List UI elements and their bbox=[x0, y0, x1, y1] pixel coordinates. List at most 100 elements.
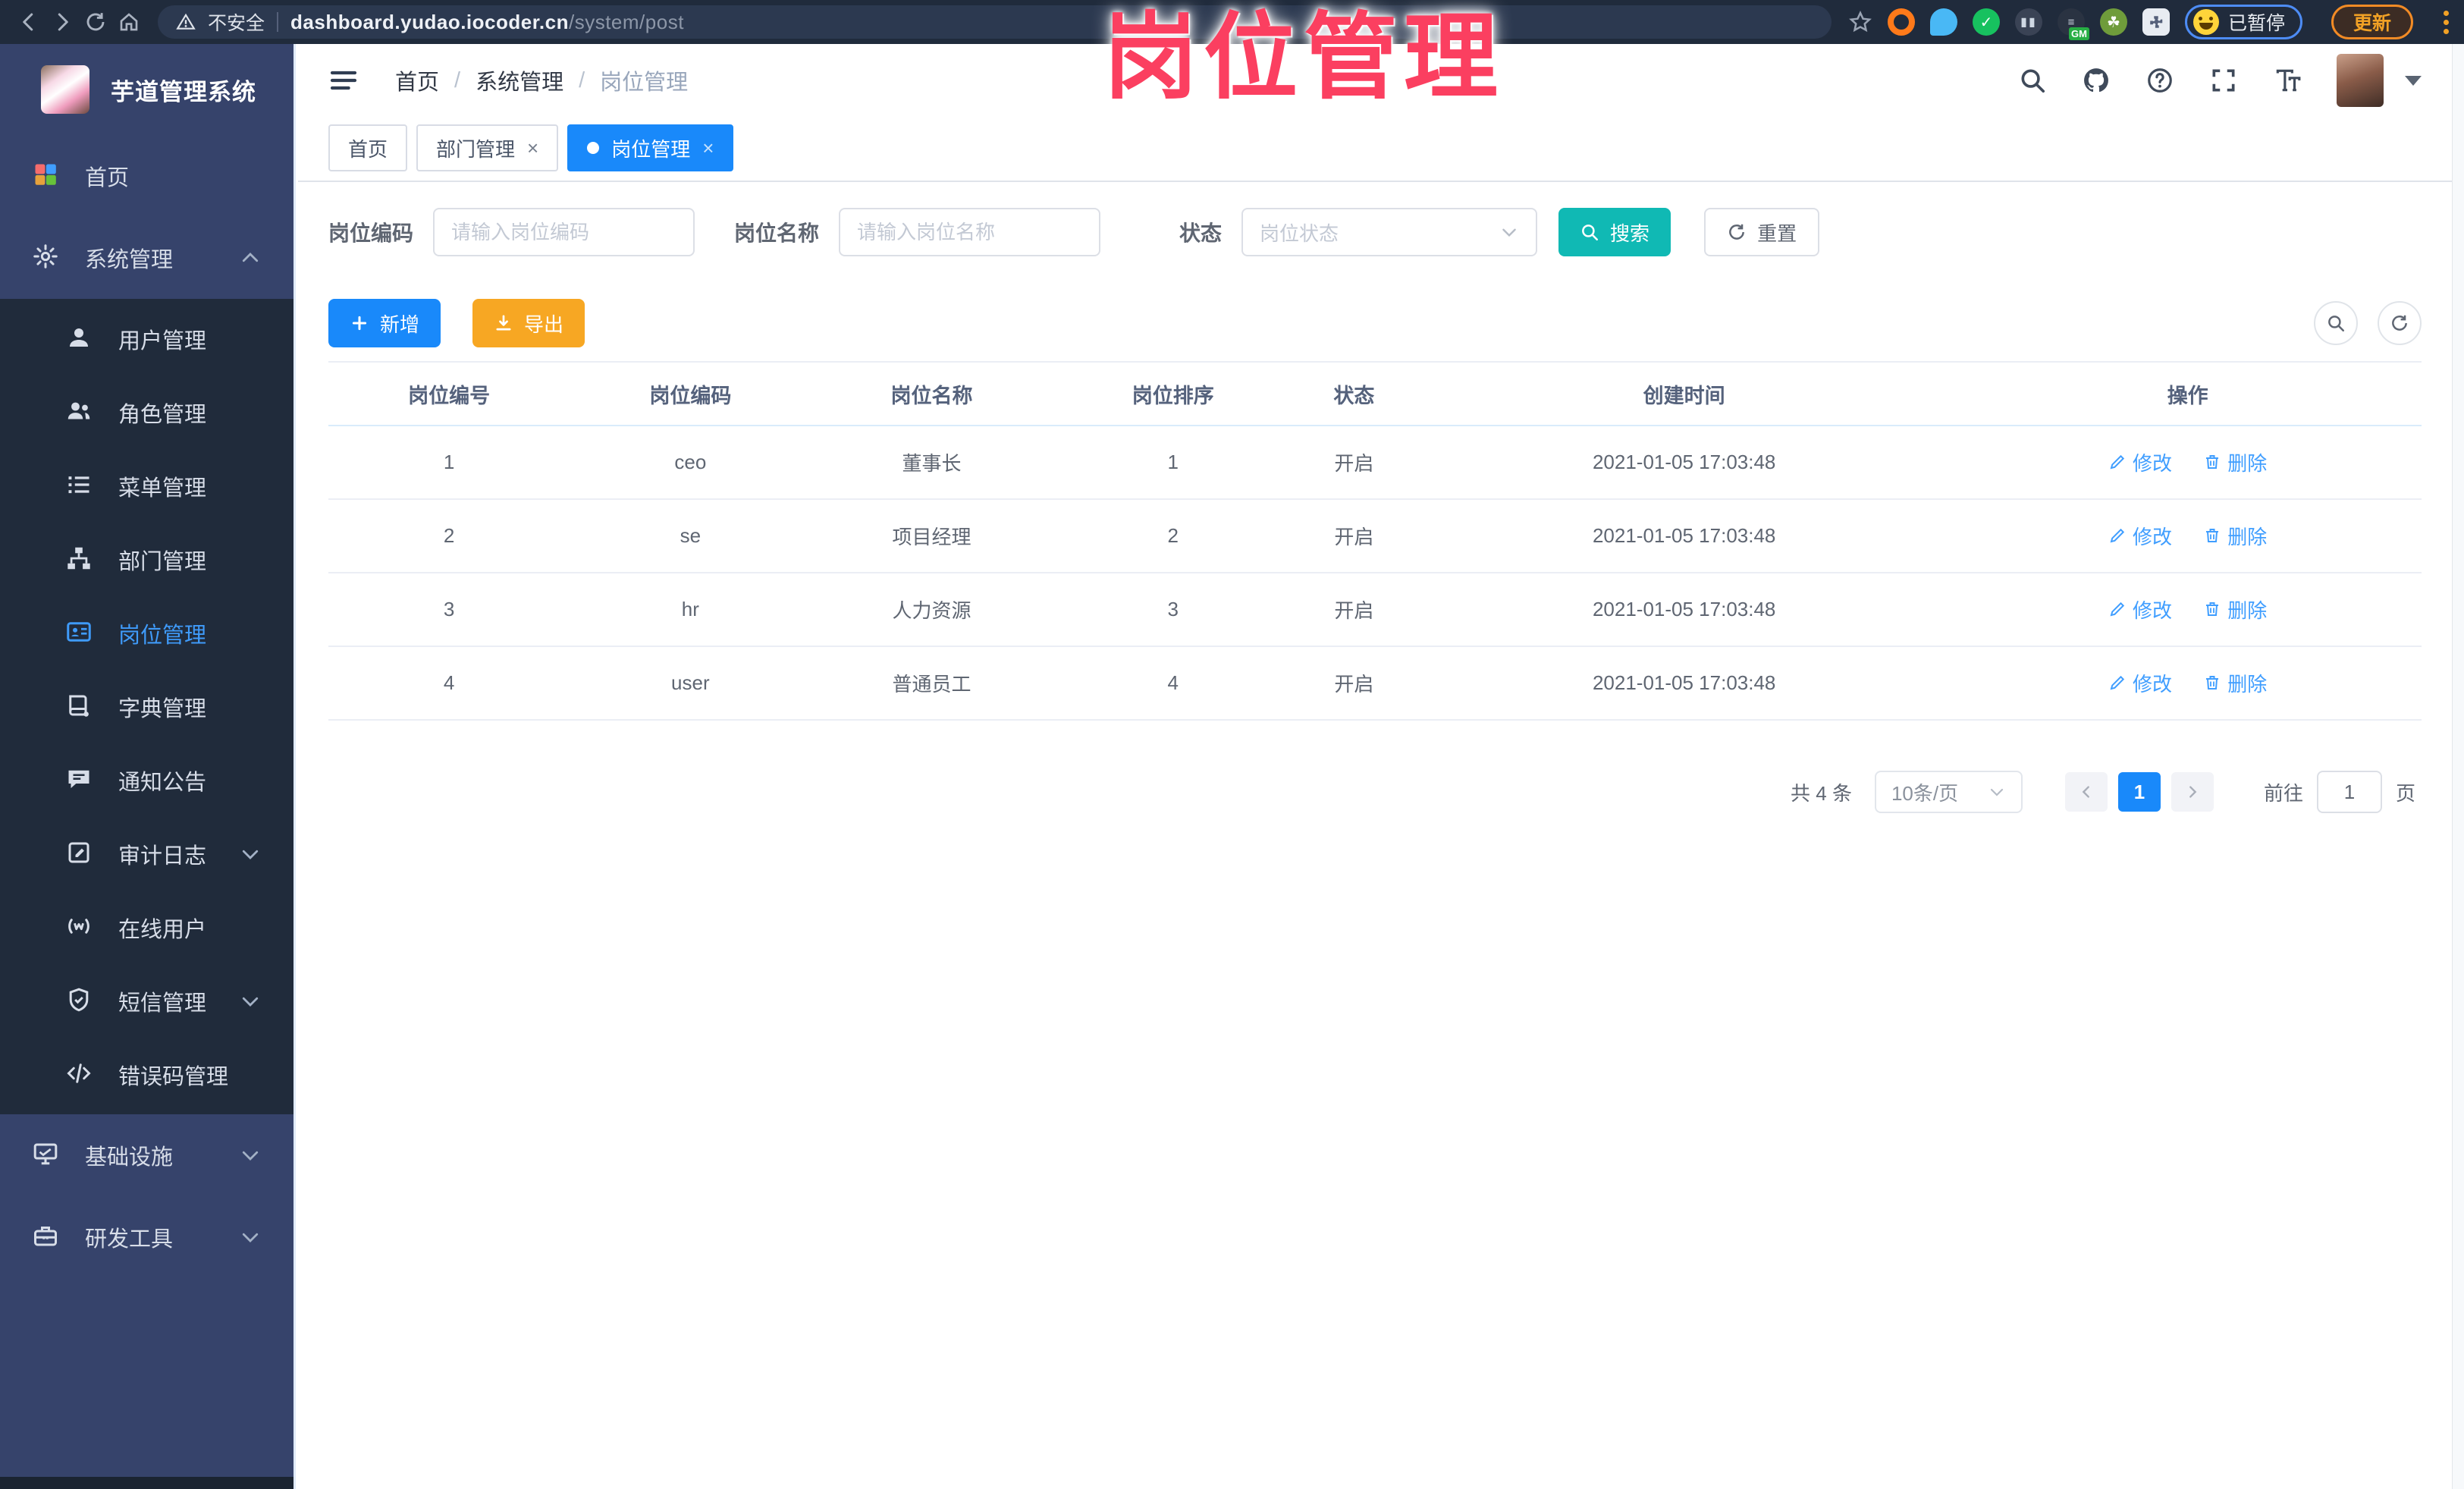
sprout-extension-icon[interactable]: ☘ bbox=[2099, 8, 2127, 36]
table-cell: 3 bbox=[328, 573, 570, 647]
tab-close-icon[interactable]: × bbox=[702, 138, 714, 158]
github-icon[interactable] bbox=[2082, 66, 2111, 95]
sidebar-item-dictionary-management[interactable]: 字典管理 bbox=[0, 670, 293, 743]
fullscreen-icon[interactable] bbox=[2209, 66, 2238, 95]
page-size-value: 10条/页 bbox=[1891, 781, 1959, 805]
delete-link[interactable]: 删除 bbox=[2203, 595, 2267, 624]
add-button-label: 新增 bbox=[380, 313, 420, 336]
edit-link[interactable]: 修改 bbox=[2108, 522, 2172, 550]
table-cell: 董事长 bbox=[811, 426, 1053, 500]
pagination-total: 共 4 条 bbox=[1791, 781, 1852, 805]
browser-forward-icon[interactable] bbox=[46, 5, 79, 39]
table-cell-actions: 修改 删除 bbox=[1954, 499, 2422, 573]
page-1-button[interactable]: 1 bbox=[2117, 772, 2161, 812]
gm-extension-icon[interactable]: ≡ bbox=[2057, 8, 2089, 40]
sidebar-item-home[interactable]: 首页 bbox=[0, 135, 293, 217]
post-name-input[interactable] bbox=[839, 208, 1101, 256]
column-header: 岗位编码 bbox=[570, 362, 811, 426]
delete-link[interactable]: 删除 bbox=[2203, 448, 2267, 476]
goto-page-input[interactable] bbox=[2316, 771, 2382, 813]
pencil-icon bbox=[2108, 674, 2127, 692]
browser-scrollbar[interactable] bbox=[2452, 44, 2464, 1489]
delete-link[interactable]: 删除 bbox=[2203, 669, 2267, 697]
sidebar-item-user-management[interactable]: 用户管理 bbox=[0, 302, 293, 375]
infrastructure-icon bbox=[32, 1140, 62, 1170]
browser-back-icon[interactable] bbox=[12, 5, 46, 39]
browser-reload-icon[interactable] bbox=[79, 5, 112, 39]
export-button[interactable]: 导出 bbox=[472, 299, 585, 347]
chevron-down-icon bbox=[239, 843, 262, 865]
sidebar-item-system-management[interactable]: 系统管理 bbox=[0, 217, 293, 299]
help-icon[interactable] bbox=[2145, 66, 2174, 95]
search-toggle-button[interactable] bbox=[2314, 301, 2358, 345]
address-bar[interactable]: 不安全 dashboard.yudao.iocoder.cn/system/po… bbox=[158, 5, 1832, 39]
column-header: 操作 bbox=[1954, 362, 2422, 426]
reset-button[interactable]: 重置 bbox=[1704, 208, 1820, 256]
post-name-label: 岗位名称 bbox=[734, 221, 820, 245]
blue-drop-extension-icon[interactable] bbox=[1929, 8, 1957, 36]
orange-ring-extension-icon[interactable] bbox=[1887, 8, 1915, 36]
chevron-right-icon bbox=[2184, 784, 2201, 800]
search-toggle-icon bbox=[2326, 313, 2346, 333]
green-check-extension-icon[interactable]: ✓ bbox=[1972, 8, 2000, 36]
search-button[interactable]: 搜索 bbox=[1558, 208, 1671, 256]
sidebar-item-menu-management[interactable]: 菜单管理 bbox=[0, 449, 293, 523]
status-select[interactable]: 岗位状态 bbox=[1241, 208, 1538, 256]
paused-badge-label: 已暂停 bbox=[2227, 13, 2285, 34]
tab-close-icon[interactable]: × bbox=[527, 138, 538, 158]
sidebar-item-sms-management[interactable]: 短信管理 bbox=[0, 964, 293, 1038]
sidebar-item-announcement[interactable]: 通知公告 bbox=[0, 743, 293, 817]
paused-profile-badge[interactable]: 已暂停 bbox=[2184, 5, 2302, 39]
table-cell: user bbox=[570, 646, 811, 721]
plus-icon bbox=[350, 313, 369, 333]
tab-home[interactable]: 首页 bbox=[328, 124, 408, 171]
app-logo-row: 芋道管理系统 bbox=[0, 44, 293, 135]
puzzle-extension-icon[interactable] bbox=[2142, 8, 2170, 36]
breadcrumb-system[interactable]: 系统管理 bbox=[476, 64, 563, 96]
add-button[interactable]: 新增 bbox=[328, 299, 441, 347]
prev-page-button[interactable] bbox=[2064, 772, 2108, 812]
sidebar-item-label: 部门管理 bbox=[118, 549, 207, 574]
edit-link[interactable]: 修改 bbox=[2108, 669, 2172, 697]
tab-department-management[interactable]: 部门管理 × bbox=[416, 124, 559, 171]
sidebar-item-audit-log[interactable]: 审计日志 bbox=[0, 817, 293, 891]
sidebar-item-label: 字典管理 bbox=[118, 696, 207, 721]
tab-post-management[interactable]: 岗位管理 × bbox=[567, 124, 734, 171]
caret-down-icon[interactable] bbox=[2405, 75, 2422, 86]
sidebar-item-error-code-management[interactable]: 错误码管理 bbox=[0, 1038, 293, 1111]
bookmark-star-icon[interactable] bbox=[1848, 10, 1872, 34]
browser-update-button[interactable]: 更新 bbox=[2331, 5, 2413, 39]
tab-label: 部门管理 bbox=[436, 137, 516, 161]
tab-label: 首页 bbox=[348, 137, 388, 161]
delete-link[interactable]: 删除 bbox=[2203, 522, 2267, 550]
edit-link-label: 修改 bbox=[2133, 672, 2173, 696]
table-cell: 2 bbox=[328, 499, 570, 573]
sidebar-item-role-management[interactable]: 角色管理 bbox=[0, 375, 293, 449]
sidebar-item-label: 通知公告 bbox=[118, 770, 207, 795]
sidebar-item-online-users[interactable]: 在线用户 bbox=[0, 891, 293, 964]
browser-home-icon[interactable] bbox=[112, 5, 146, 39]
browser-menu-icon[interactable] bbox=[2440, 8, 2452, 37]
sidebar-item-dev-tools[interactable]: 研发工具 bbox=[0, 1196, 293, 1278]
post-code-input[interactable] bbox=[433, 208, 695, 256]
post-card-icon bbox=[65, 618, 96, 649]
sidebar-collapse-icon[interactable] bbox=[328, 65, 359, 96]
edit-link[interactable]: 修改 bbox=[2108, 448, 2172, 476]
font-size-icon[interactable] bbox=[2273, 66, 2302, 95]
sidebar-item-department-management[interactable]: 部门管理 bbox=[0, 523, 293, 596]
delete-link-label: 删除 bbox=[2227, 451, 2268, 475]
column-header: 状态 bbox=[1293, 362, 1414, 426]
url-text: dashboard.yudao.iocoder.cn/system/post bbox=[290, 11, 684, 34]
breadcrumb: 首页 / 系统管理 / 岗位管理 bbox=[395, 64, 688, 96]
sidebar-item-infrastructure[interactable]: 基础设施 bbox=[0, 1114, 293, 1196]
search-icon[interactable] bbox=[2018, 66, 2047, 95]
sidebar-item-post-management[interactable]: 岗位管理 bbox=[0, 596, 293, 670]
user-avatar[interactable] bbox=[2337, 54, 2384, 107]
edit-link[interactable]: 修改 bbox=[2108, 595, 2172, 624]
columns-extension-icon[interactable]: ▮▮ bbox=[2014, 8, 2042, 36]
page-size-select[interactable]: 10条/页 bbox=[1874, 771, 2023, 813]
sidebar-item-label: 岗位管理 bbox=[118, 623, 207, 648]
breadcrumb-home[interactable]: 首页 bbox=[395, 64, 439, 96]
refresh-button[interactable] bbox=[2378, 301, 2422, 345]
next-page-button[interactable] bbox=[2171, 772, 2214, 812]
